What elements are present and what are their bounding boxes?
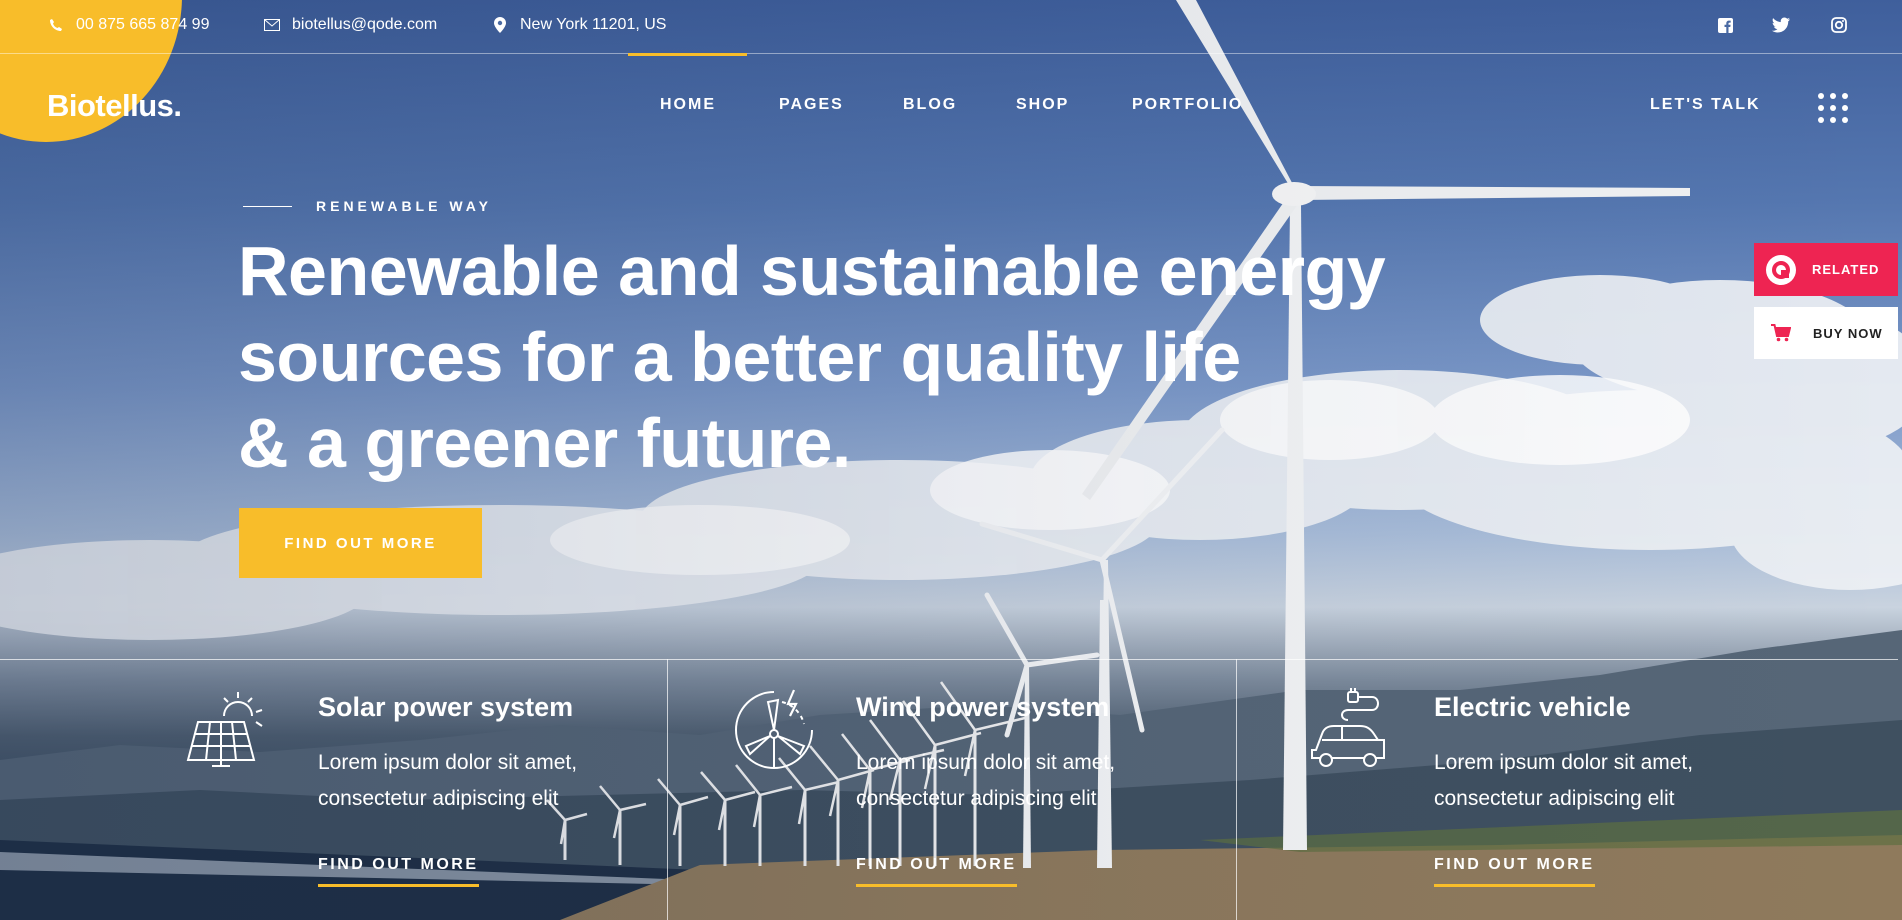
headline-line-3: & a greener future. xyxy=(238,404,851,482)
grid-dots-icon[interactable] xyxy=(1818,93,1848,123)
contact-phone[interactable]: 00 875 665 874 99 xyxy=(48,16,209,34)
nav-home[interactable]: HOME xyxy=(660,96,716,114)
related-logo-icon xyxy=(1766,254,1796,285)
hero-headline: Renewable and sustainable energy sources… xyxy=(238,228,1386,486)
map-pin-icon xyxy=(492,17,508,33)
features-divider-top xyxy=(0,659,1898,660)
features-divider xyxy=(667,659,668,920)
feature-description: Lorem ipsum dolor sit amet, consectetur … xyxy=(1434,745,1693,817)
electric-car-icon xyxy=(1308,688,1392,768)
top-bar: 00 875 665 874 99 biotellus@qode.com New… xyxy=(0,0,1902,54)
feature-title: Electric vehicle xyxy=(1434,692,1631,722)
contact-email[interactable]: biotellus@qode.com xyxy=(264,16,437,34)
nav-shop[interactable]: SHOP xyxy=(1016,96,1069,114)
main-nav: HOME PAGES BLOG SHOP PORTFOLIO xyxy=(0,96,1902,120)
hero-find-out-more-button[interactable]: FIND OUT MORE xyxy=(239,508,482,578)
feature-desc-line: consectetur adipiscing elit xyxy=(1434,787,1675,810)
feature-desc-line: Lorem ipsum dolor sit amet, xyxy=(856,751,1116,774)
headline-line-2: sources for a better quality life xyxy=(238,318,1241,396)
buy-now-button[interactable]: BUY NOW xyxy=(1754,307,1898,359)
nav-portfolio[interactable]: PORTFOLIO xyxy=(1132,96,1243,114)
feature-desc-line: consectetur adipiscing elit xyxy=(318,787,559,810)
headline-line-1: Renewable and sustainable energy xyxy=(238,232,1386,310)
facebook-icon[interactable] xyxy=(1716,16,1734,34)
nav-pages[interactable]: PAGES xyxy=(779,96,844,114)
twitter-icon[interactable] xyxy=(1772,16,1790,34)
feature-desc-line: Lorem ipsum dolor sit amet, xyxy=(1434,751,1694,774)
feature-description: Lorem ipsum dolor sit amet, consectetur … xyxy=(318,745,577,817)
nav-active-indicator xyxy=(628,53,747,56)
lets-talk-link[interactable]: LET'S TALK xyxy=(1650,96,1761,114)
wind-turbine-icon xyxy=(734,688,818,769)
feature-description: Lorem ipsum dolor sit amet, consectetur … xyxy=(856,745,1115,817)
feature-find-out-more-link[interactable]: FIND OUT MORE xyxy=(318,856,479,887)
feature-title: Wind power system xyxy=(856,692,1110,722)
cart-icon xyxy=(1771,322,1793,344)
phone-icon xyxy=(48,17,64,33)
location-text: New York 11201, US xyxy=(520,16,667,33)
hero-eyebrow: RENEWABLE WAY xyxy=(316,198,492,214)
related-label: RELATED xyxy=(1812,262,1880,277)
instagram-icon[interactable] xyxy=(1830,16,1848,34)
feature-desc-line: Lorem ipsum dolor sit amet, xyxy=(318,751,578,774)
contact-location[interactable]: New York 11201, US xyxy=(492,16,666,34)
buy-now-label: BUY NOW xyxy=(1813,325,1883,341)
envelope-icon xyxy=(264,17,280,33)
feature-find-out-more-link[interactable]: FIND OUT MORE xyxy=(856,856,1017,887)
related-button[interactable]: RELATED xyxy=(1754,243,1898,296)
email-address: biotellus@qode.com xyxy=(292,16,438,33)
feature-find-out-more-link[interactable]: FIND OUT MORE xyxy=(1434,856,1595,887)
feature-desc-line: consectetur adipiscing elit xyxy=(856,787,1097,810)
feature-title: Solar power system xyxy=(318,692,574,722)
solar-panel-icon xyxy=(184,688,268,768)
features-divider xyxy=(1236,659,1237,920)
eyebrow-line xyxy=(243,206,292,207)
phone-number: 00 875 665 874 99 xyxy=(76,16,210,33)
nav-blog[interactable]: BLOG xyxy=(903,96,957,114)
